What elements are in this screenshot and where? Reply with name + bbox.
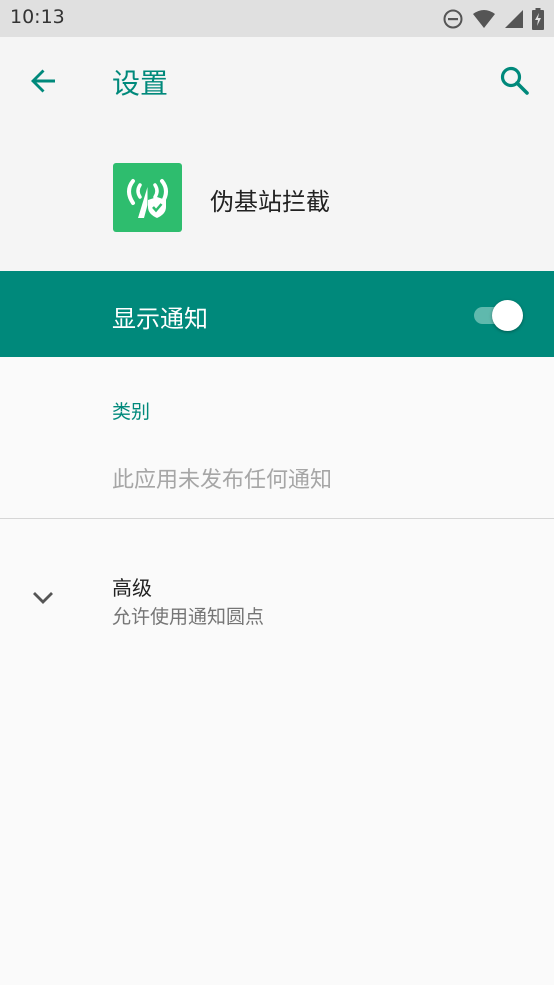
divider — [0, 518, 554, 519]
status-icons — [442, 8, 544, 30]
show-notifications-toggle[interactable] — [470, 300, 526, 331]
search-icon[interactable] — [498, 64, 532, 98]
toggle-thumb — [492, 300, 523, 331]
show-notifications-switch-row[interactable]: 显示通知 — [0, 271, 554, 357]
app-bar: 设置 伪基站拦截 — [0, 37, 554, 271]
wifi-icon — [473, 10, 495, 28]
no-notifications-text: 此应用未发布任何通知 — [112, 468, 333, 493]
status-time: 10:13 — [10, 6, 65, 28]
battery-charging-icon — [532, 8, 544, 30]
status-bar: 10:13 — [0, 0, 554, 37]
chevron-down-icon — [33, 592, 53, 604]
app-name: 伪基站拦截 — [210, 188, 330, 216]
arrow-back-icon[interactable] — [27, 64, 61, 98]
show-notifications-label: 显示通知 — [112, 305, 208, 333]
do-not-disturb-icon — [443, 9, 463, 29]
advanced-section[interactable]: 高级 允许使用通知圆点 — [0, 560, 554, 640]
advanced-summary: 允许使用通知圆点 — [112, 606, 265, 628]
signal-icon — [505, 10, 523, 28]
advanced-title: 高级 — [112, 576, 152, 600]
page-title: 设置 — [112, 67, 169, 100]
app-icon — [113, 163, 182, 232]
categories-header: 类别 — [112, 401, 151, 423]
